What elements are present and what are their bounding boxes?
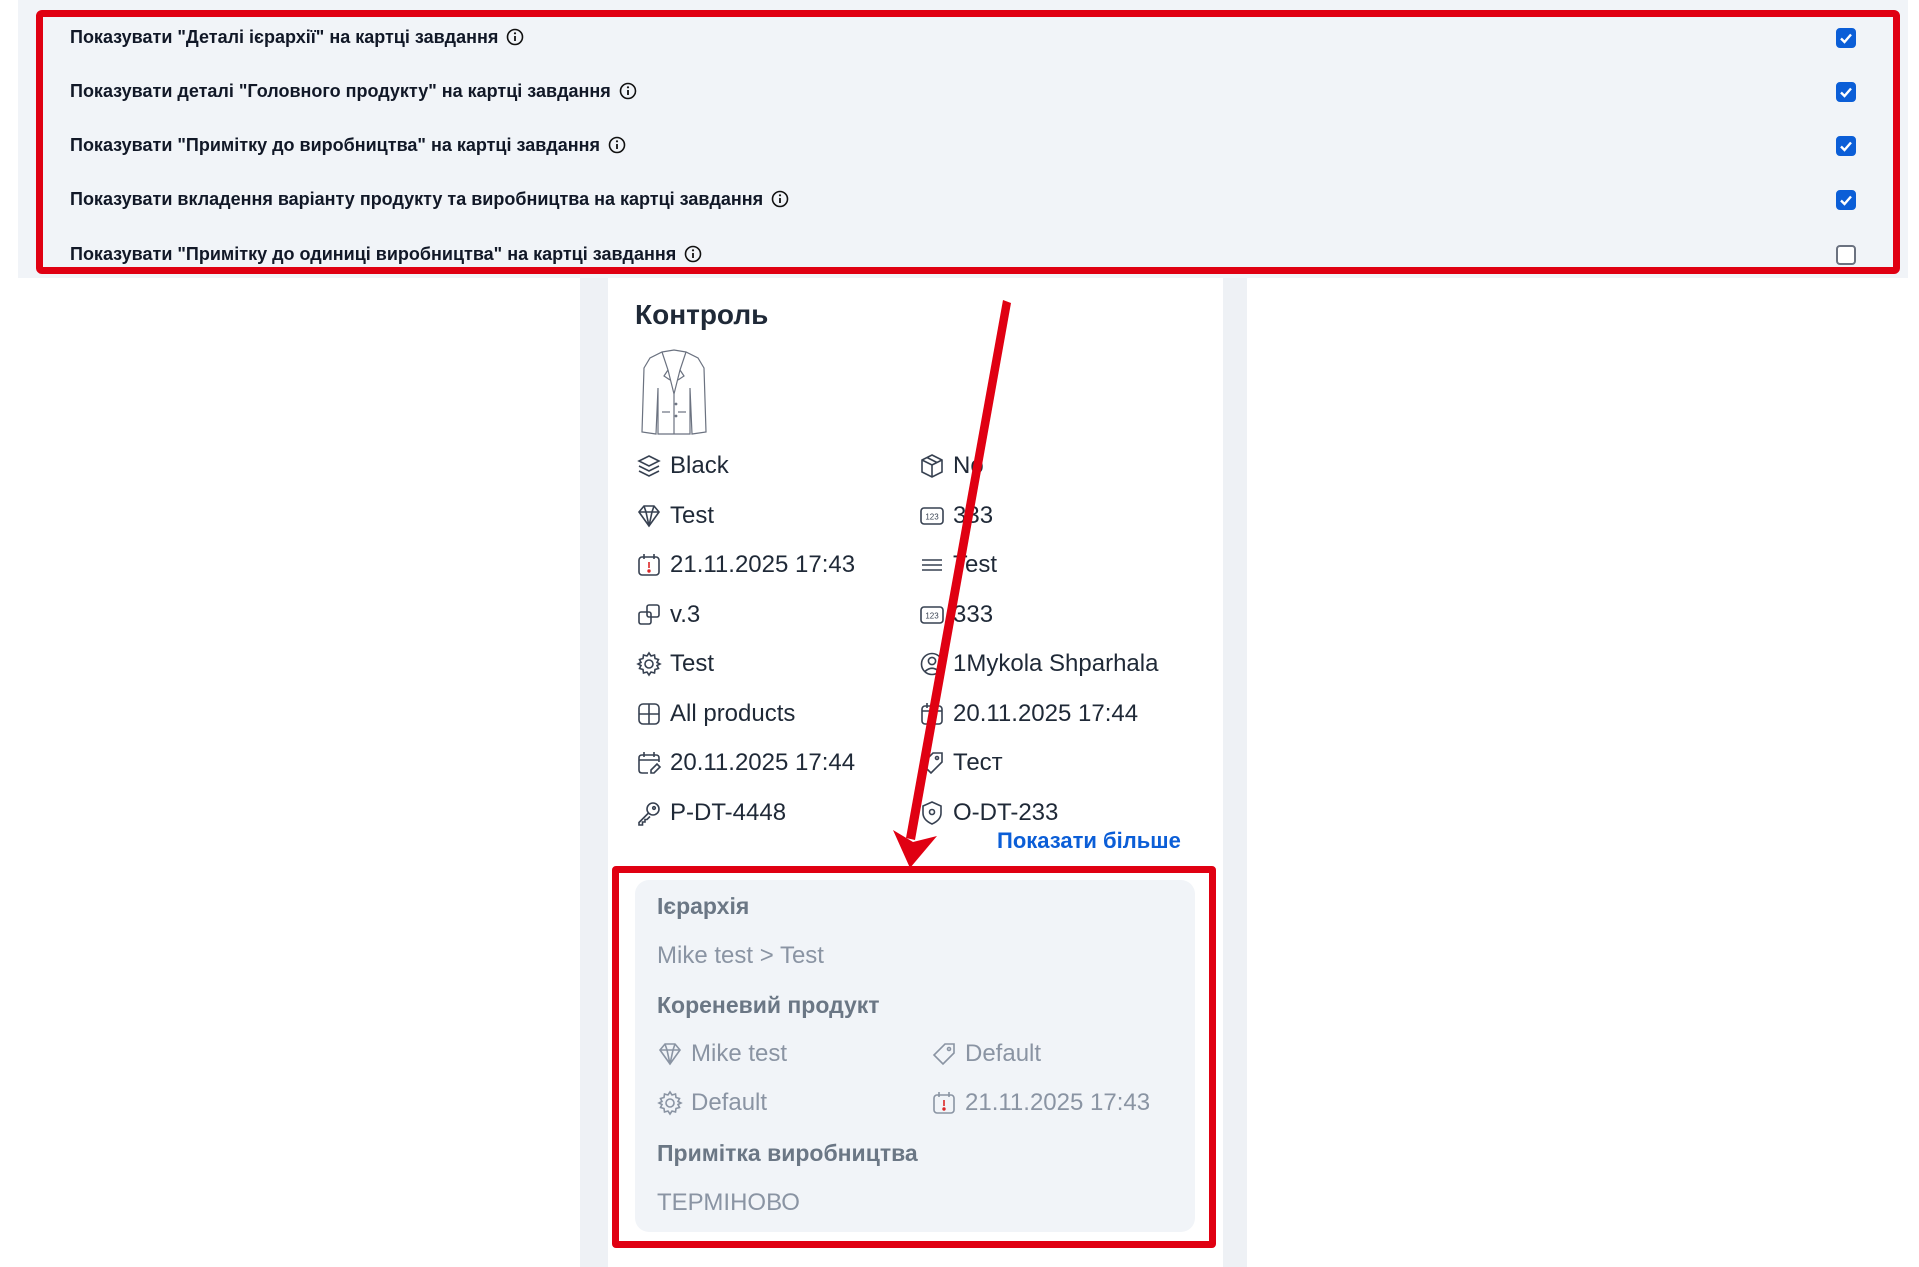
setting-checkbox-attachments[interactable]	[1836, 190, 1856, 210]
info-icon[interactable]	[771, 190, 789, 208]
setting-label: Показувати "Примітку до виробництва" на …	[70, 134, 600, 155]
product-image[interactable]	[640, 348, 708, 441]
attr-assignee: 1Mykola Shparhala	[919, 644, 1158, 684]
setting-label: Показувати "Деталі ієрархії" на картці з…	[70, 26, 499, 47]
attr-product: Test	[636, 496, 714, 536]
shield-icon	[919, 800, 945, 826]
menu-icon	[919, 552, 945, 578]
setting-checkbox-main-product[interactable]	[1836, 82, 1856, 102]
attr-tag: Тест	[919, 743, 1003, 783]
hierarchy-value: Mike test > Test	[657, 942, 824, 969]
setting-row-main-product: Показувати деталі "Головного продукту" н…	[70, 71, 1909, 111]
diamond-icon	[636, 503, 662, 529]
svg-text:123: 123	[925, 612, 939, 621]
info-icon[interactable]	[608, 136, 626, 154]
attr-created-date: 20.11.2025 17:44	[919, 694, 1138, 734]
attr-edit-date: 20.11.2025 17:44	[636, 743, 855, 783]
box-icon	[919, 453, 945, 479]
number-icon: 123	[919, 503, 945, 529]
root-attr-product: Mike test	[657, 1034, 787, 1074]
root-product-heading: Кореневий продукт	[657, 992, 880, 1018]
calendar-alert-icon	[931, 1090, 957, 1116]
attr-version: v.3	[636, 595, 700, 635]
setting-label: Показувати деталі "Головного продукту" н…	[70, 80, 611, 101]
setting-row-unit-note: Показувати "Примітку до одиниці виробниц…	[70, 234, 1909, 274]
setting-row-attachments: Показувати вкладення варіанту продукту т…	[70, 179, 1909, 219]
user-icon	[919, 651, 945, 677]
info-icon[interactable]	[506, 28, 524, 46]
production-note-heading: Примітка виробництва	[657, 1140, 918, 1166]
show-more-link[interactable]: Показати більше	[997, 828, 1181, 854]
setting-checkbox-unit-note[interactable]	[1836, 245, 1856, 265]
setting-label: Показувати вкладення варіанту продукту т…	[70, 188, 764, 209]
grid-icon	[636, 701, 662, 727]
setting-checkbox-hierarchy[interactable]	[1836, 28, 1856, 48]
hierarchy-heading: Ієрархія	[657, 893, 750, 919]
production-note-value: ТЕРМІНОВО	[657, 1189, 800, 1216]
number-icon: 123	[919, 602, 945, 628]
svg-text:123: 123	[925, 513, 939, 522]
attr-deadline: 21.11.2025 17:43	[636, 545, 855, 585]
gear-icon	[636, 651, 662, 677]
layers-icon	[636, 453, 662, 479]
setting-label: Показувати "Примітку до одиниці виробниц…	[70, 243, 677, 264]
setting-row-hierarchy: Показувати "Деталі ієрархії" на картці з…	[70, 17, 1909, 57]
attr-number: 123 333	[919, 595, 993, 635]
tag-icon	[931, 1041, 957, 1067]
attr-category: All products	[636, 694, 795, 734]
attr-quantity: 123 333	[919, 496, 993, 536]
root-attr-process: Default	[657, 1083, 767, 1123]
info-icon[interactable]	[619, 82, 637, 100]
attr-order: O-DT-233	[919, 793, 1058, 833]
setting-row-production-note: Показувати "Примітку до виробництва" на …	[70, 125, 1909, 165]
key-icon	[636, 800, 662, 826]
attr-package: No	[919, 446, 984, 486]
attr-color: Black	[636, 446, 729, 486]
root-attr-tag: Default	[931, 1034, 1041, 1074]
root-attr-deadline: 21.11.2025 17:43	[931, 1083, 1150, 1123]
calendar-icon	[919, 701, 945, 727]
gear-icon	[657, 1090, 683, 1116]
attr-description: Test	[919, 545, 997, 585]
tag-icon	[919, 750, 945, 776]
setting-checkbox-production-note[interactable]	[1836, 136, 1856, 156]
diamond-icon	[657, 1041, 683, 1067]
info-icon[interactable]	[684, 245, 702, 263]
attr-code: P-DT-4448	[636, 793, 786, 833]
attr-process: Test	[636, 644, 714, 684]
calendar-edit-icon	[636, 750, 662, 776]
calendar-alert-icon	[636, 552, 662, 578]
versions-icon	[636, 602, 662, 628]
card-title: Контроль	[635, 299, 769, 330]
